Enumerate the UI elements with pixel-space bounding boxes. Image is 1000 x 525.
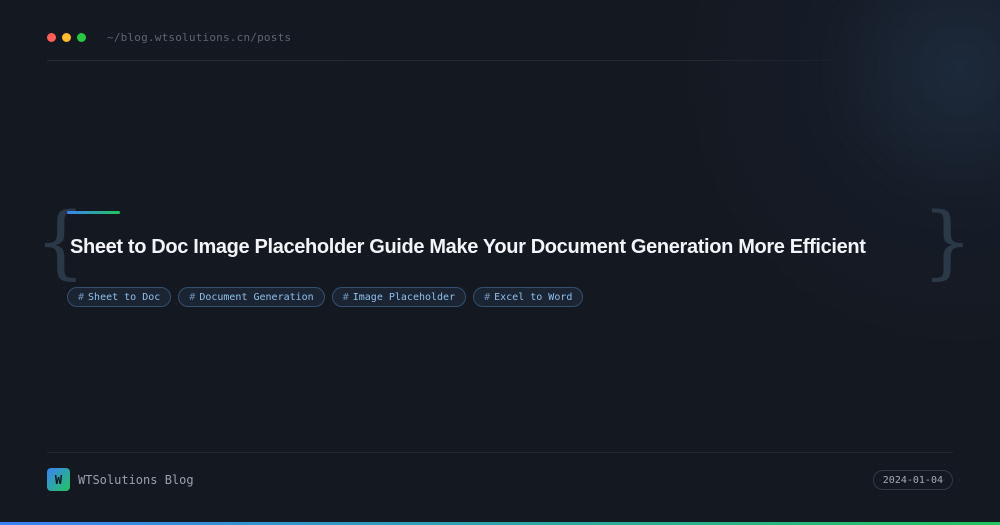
tag-label: Image Placeholder — [352, 291, 456, 303]
footer-brand: W WTSolutions Blog — [47, 468, 194, 491]
tag-label: Excel to Word — [494, 291, 573, 303]
bottom-divider — [47, 452, 953, 453]
title-accent-line — [67, 211, 120, 214]
tag-sheet-to-doc[interactable]: # Sheet to Doc — [67, 287, 172, 307]
post-date: 2024-01-04 — [872, 470, 953, 490]
tag-excel-to-word[interactable]: # Excel to Word — [473, 287, 584, 307]
tag-document-generation[interactable]: # Document Generation — [178, 287, 325, 307]
hash-icon: # — [342, 291, 349, 303]
tag-list: # Sheet to Doc # Document Generation # I… — [67, 287, 584, 307]
corner-glow — [0, 0, 1000, 525]
tag-image-placeholder[interactable]: # Image Placeholder — [331, 287, 467, 307]
brand-logo: W — [47, 468, 70, 491]
maximize-dot-icon — [77, 32, 86, 42]
tag-label: Document Generation — [199, 291, 314, 303]
hash-icon: # — [78, 291, 85, 303]
top-divider — [47, 60, 867, 61]
minimize-dot-icon — [62, 32, 71, 42]
tag-label: Sheet to Doc — [88, 291, 161, 303]
window-bar: ~/blog.wtsolutions.cn/posts — [47, 30, 867, 44]
hash-icon: # — [189, 291, 196, 303]
url-path: ~/blog.wtsolutions.cn/posts — [107, 30, 292, 44]
brand-name: WTSolutions Blog — [78, 472, 194, 487]
close-dot-icon — [47, 32, 56, 42]
hash-icon: # — [484, 291, 491, 303]
dot-grid-background — [0, 0, 1000, 525]
right-brace-icon: } — [922, 195, 973, 288]
post-title: Sheet to Doc Image Placeholder Guide Mak… — [70, 236, 866, 258]
